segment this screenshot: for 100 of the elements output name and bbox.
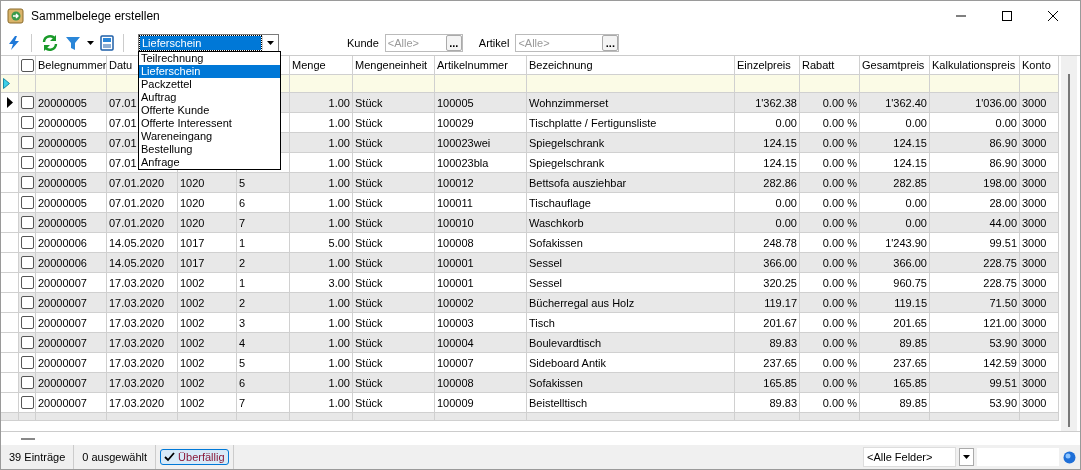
form-icon[interactable] xyxy=(100,35,114,51)
table-cell: Stück xyxy=(355,176,383,189)
table-cell: 100008 xyxy=(437,376,474,389)
column-header[interactable]: Einzelpreis xyxy=(737,59,791,71)
row-checkbox[interactable] xyxy=(20,96,34,109)
browse-button[interactable]: ... xyxy=(602,35,619,51)
table-cell: 3000 xyxy=(1022,296,1047,309)
splitter-grip[interactable] xyxy=(21,437,35,440)
table-cell: Beistelltisch xyxy=(529,396,588,409)
filter-field[interactable]: <Alle> ... xyxy=(384,34,463,52)
dropdown-option[interactable]: Anfrage xyxy=(139,156,280,169)
column-header[interactable]: Kalkulationspreis xyxy=(932,59,1016,71)
filter-icon[interactable] xyxy=(65,35,81,51)
table-cell: 0.00 xyxy=(775,216,797,229)
table-cell: Boulevardtisch xyxy=(529,336,602,349)
table-cell: 6 xyxy=(239,376,246,389)
table-cell: 20000007 xyxy=(38,336,87,349)
column-header[interactable]: Konto xyxy=(1022,59,1051,71)
table-cell: 99.51 xyxy=(989,376,1017,389)
table-cell: 07.01 xyxy=(109,156,137,169)
dropdown-option[interactable]: Teilrechnung xyxy=(139,52,280,65)
dropdown-option[interactable]: Offerte Interessent xyxy=(139,117,280,130)
dropdown-option[interactable]: Bestellung xyxy=(139,143,280,156)
table-cell: 5 xyxy=(239,176,246,189)
table-cell: 1.00 xyxy=(328,256,350,269)
table-cell: 4 xyxy=(239,336,246,349)
table-cell: 1'362.38 xyxy=(755,96,797,109)
row-checkbox[interactable] xyxy=(20,236,34,249)
column-header[interactable]: Menge xyxy=(292,59,326,71)
refresh-icon[interactable] xyxy=(41,34,59,52)
select-all-checkbox[interactable] xyxy=(20,58,34,72)
table-cell: Tischplatte / Fertigunsliste xyxy=(529,116,657,129)
dropdown-option[interactable]: Offerte Kunde xyxy=(139,104,280,117)
row-checkbox[interactable] xyxy=(20,316,34,329)
row-checkbox[interactable] xyxy=(20,116,34,129)
vertical-scrollbar[interactable] xyxy=(1061,56,1077,431)
table-cell: 3000 xyxy=(1022,396,1047,409)
table-cell: 5 xyxy=(239,356,246,369)
table-cell: 3000 xyxy=(1022,96,1047,109)
row-checkbox[interactable] xyxy=(20,156,34,169)
table-cell: 86.90 xyxy=(989,156,1017,169)
window-title: Sammelbelege erstellen xyxy=(31,9,160,23)
filter-field[interactable]: <Alle> ... xyxy=(515,34,620,52)
row-checkbox[interactable] xyxy=(20,396,34,409)
caret-icon[interactable] xyxy=(87,41,94,45)
caret-icon xyxy=(267,41,274,45)
row-checkbox[interactable] xyxy=(20,136,34,149)
dropdown-option[interactable]: Lieferschein xyxy=(139,65,280,78)
table-cell: 282.85 xyxy=(893,176,927,189)
table-cell: 53.90 xyxy=(989,336,1017,349)
globe-icon[interactable] xyxy=(1063,450,1076,464)
column-header[interactable]: Bezeichnung xyxy=(529,59,593,71)
column-header[interactable]: Rabatt xyxy=(802,59,835,71)
row-header[interactable] xyxy=(1,93,19,112)
column-header[interactable]: Gesamtpreis xyxy=(862,59,925,71)
table-cell: 0.00 xyxy=(775,116,797,129)
dropdown-option[interactable]: Packzettel xyxy=(139,78,280,91)
table-cell: 3000 xyxy=(1022,316,1047,329)
table-cell: 124.15 xyxy=(893,156,927,169)
row-checkbox[interactable] xyxy=(20,216,34,229)
overdue-toggle[interactable]: Überfällig xyxy=(160,449,229,465)
row-checkbox[interactable] xyxy=(20,336,34,349)
row-checkbox[interactable] xyxy=(20,376,34,389)
table-cell: 228.75 xyxy=(983,276,1017,289)
table-cell: 1002 xyxy=(180,296,205,309)
row-checkbox[interactable] xyxy=(20,176,34,189)
row-checkbox[interactable] xyxy=(20,296,34,309)
table-cell: 17.03.2020 xyxy=(109,336,165,349)
column-header[interactable]: Datu xyxy=(109,59,133,71)
table-cell: 1002 xyxy=(180,376,205,389)
table-cell: 1020 xyxy=(180,196,205,209)
row-checkbox[interactable] xyxy=(20,256,34,269)
column-header[interactable]: Belegnummer xyxy=(38,59,106,71)
table-cell: 6 xyxy=(239,196,246,209)
table-cell: 366.00 xyxy=(763,256,797,269)
table-cell: 89.85 xyxy=(899,336,927,349)
dropdown-option[interactable]: Auftrag xyxy=(139,91,280,104)
table-cell: 20000007 xyxy=(38,296,87,309)
table-cell: 3000 xyxy=(1022,236,1047,249)
column-header[interactable]: Mengeneinheit xyxy=(355,59,428,71)
column-header[interactable]: Artikelnummer xyxy=(437,59,508,71)
table-cell: Stück xyxy=(355,336,383,349)
maximize-icon[interactable] xyxy=(1002,11,1012,21)
dropdown-option[interactable]: Wareneingang xyxy=(139,130,280,143)
row-checkbox[interactable] xyxy=(20,356,34,369)
row-checkbox[interactable] xyxy=(20,196,34,209)
table-cell: 100011 xyxy=(437,196,473,209)
table-cell: Stück xyxy=(355,276,383,289)
row-checkbox[interactable] xyxy=(20,276,34,289)
dropdown-button[interactable] xyxy=(959,448,974,466)
lightning-icon[interactable] xyxy=(6,35,22,51)
table-cell: 0.00 % xyxy=(822,356,857,369)
close-icon[interactable] xyxy=(1048,11,1058,21)
field-filter-dropdown[interactable]: <Alle Felder> xyxy=(863,447,956,467)
table-cell: Stück xyxy=(355,376,383,389)
table-cell: 124.15 xyxy=(763,136,797,149)
table-cell: 1.00 xyxy=(328,156,350,169)
table-cell: 14.05.2020 xyxy=(109,236,165,249)
table-cell: Stück xyxy=(355,156,383,169)
table-cell: 20000005 xyxy=(38,196,87,209)
